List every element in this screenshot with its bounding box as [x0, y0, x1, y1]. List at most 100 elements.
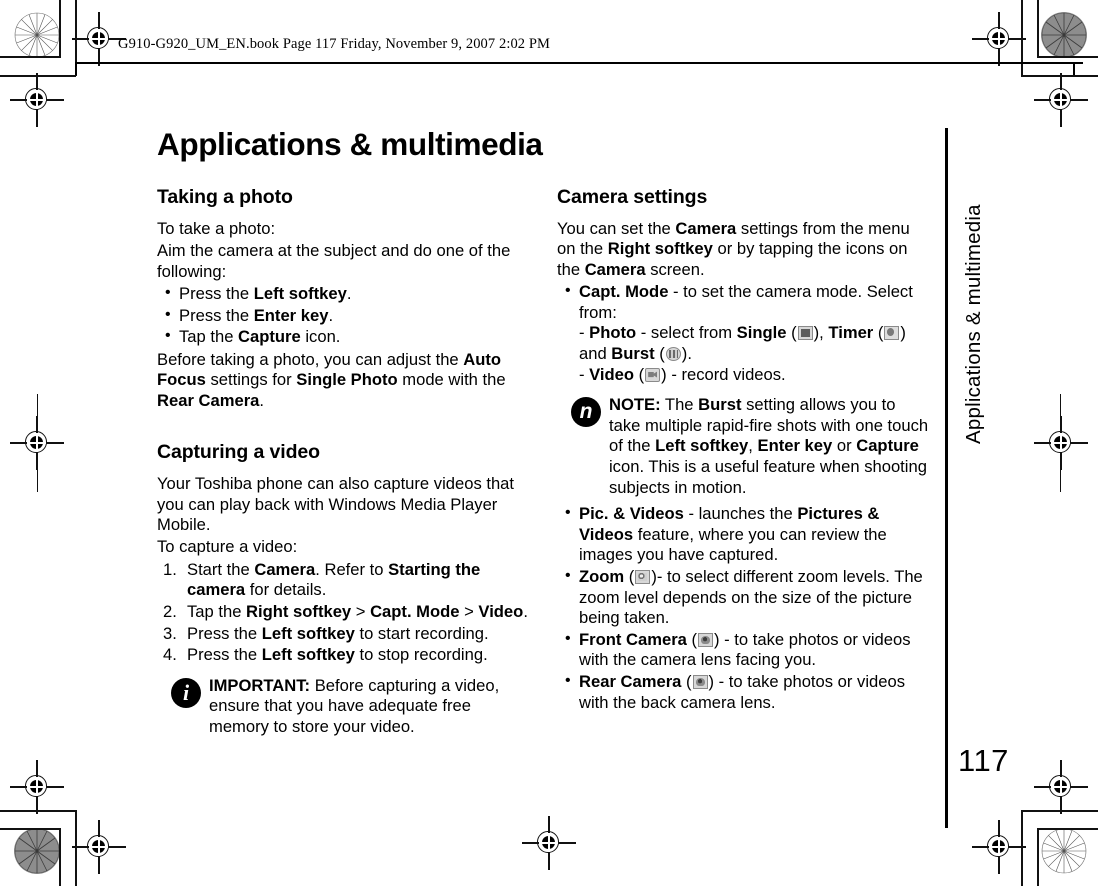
closing-text-3: mode with the — [397, 370, 506, 390]
step-bold-1: Camera — [254, 559, 316, 579]
header-rule-right-tick — [1073, 62, 1075, 75]
video-dash: - — [579, 364, 590, 384]
section-heading-camera-settings: Camera settings — [557, 186, 708, 208]
important-callout: i IMPORTANT: Before capturing a video, e… — [157, 676, 531, 738]
taking-photo-intro-2: Aim the camera at the subject and do one… — [157, 241, 511, 281]
print-header-text: G910-G920_UM_EN.book Page 117 Friday, No… — [118, 36, 551, 52]
list-item: Press the Left softkey to start recordin… — [157, 624, 531, 645]
video-text: - record videos. — [666, 364, 786, 384]
pic-videos-label: Pic. & Videos — [579, 504, 684, 524]
step-bold-3: Video — [478, 602, 524, 622]
timer-icon — [884, 326, 900, 341]
bullet-text-post: . — [346, 284, 352, 304]
zoom-icon — [635, 569, 651, 584]
rear-camera-icon — [692, 674, 708, 689]
intro-text-4: screen. — [645, 259, 705, 279]
bullet-text-pre: Tap the — [179, 327, 239, 347]
intro-bold-3: Camera — [584, 259, 646, 279]
intro-bold-1: Camera — [675, 219, 737, 238]
step-text-2: . Refer to — [315, 559, 389, 579]
camera-settings-bullet-list: Capt. Mode - to set the camera mode. Sel… — [557, 281, 931, 385]
zoom-text: - to select different zoom levels. The z… — [579, 566, 923, 628]
step-text-3: > — [459, 602, 479, 622]
burst-label: Burst — [611, 344, 655, 363]
step-text-2: to stop recording. — [354, 645, 488, 665]
capt-mode-video-line: - Video () - record videos. — [579, 364, 786, 384]
right-column: Camera settings You can set the Camera s… — [557, 186, 931, 715]
capturing-video-intro-1: Your Toshiba phone can also capture vide… — [157, 474, 515, 535]
list-item: Rear Camera () - to take photos or video… — [557, 671, 931, 713]
page-number: 117 — [958, 743, 1009, 778]
step-bold-1: Right softkey — [246, 602, 352, 622]
bullet-text-post: icon. — [300, 327, 341, 347]
list-item: Tap the Capture icon. — [157, 326, 531, 348]
photo-text-3: and — [579, 344, 612, 363]
important-callout-label: IMPORTANT: — [209, 675, 311, 695]
important-callout-text: IMPORTANT: Before capturing a video, ens… — [209, 676, 531, 738]
single-label: Single — [736, 323, 787, 343]
note-bold-2: Left softkey — [655, 436, 749, 456]
list-item: Press the Enter key. — [157, 305, 531, 327]
bullet-text-bold: Left softkey — [253, 284, 347, 304]
front-camera-icon — [698, 632, 714, 647]
taking-photo-closing-paragraph: Before taking a photo, you can adjust th… — [157, 350, 531, 411]
camera-settings-intro: You can set the Camera settings from the… — [557, 219, 931, 280]
closing-text-2: settings for — [205, 370, 297, 390]
taking-photo-intro-1: To take a photo: — [157, 219, 276, 238]
step-text-1: Tap the — [187, 602, 247, 622]
closing-bold-3: Rear Camera — [157, 390, 260, 410]
step-bold-2: Capt. Mode — [370, 602, 460, 622]
list-item: Press the Left softkey to stop recording… — [157, 645, 531, 666]
note-callout-label: NOTE: — [609, 395, 661, 415]
camera-settings-bullet-list-2: Pic. & Videos - launches the Pictures & … — [557, 503, 931, 713]
bullet-text-pre: Press the — [179, 284, 254, 304]
header-rule-left-tick — [75, 62, 77, 75]
step-text-1: Press the — [187, 623, 262, 643]
note-icon: n — [571, 397, 601, 428]
bullet-text-post: . — [328, 305, 334, 325]
running-head-container: Applications & multimedia — [958, 148, 992, 448]
bullet-text-pre: Press the — [179, 305, 254, 325]
section-heading-capturing-a-video: Capturing a video — [157, 441, 320, 464]
list-item: Tap the Right softkey > Capt. Mode > Vid… — [157, 602, 531, 623]
capturing-video-step-list: Start the Camera. Refer to Starting the … — [157, 560, 531, 666]
closing-text-4: . — [259, 390, 265, 410]
capturing-video-intro-2: To capture a video: — [157, 537, 298, 557]
photo-dash: - — [579, 323, 590, 343]
step-text-1: Press the — [187, 645, 262, 665]
section-heading-taking-a-photo: Taking a photo — [157, 186, 293, 208]
closing-bold-2: Single Photo — [296, 370, 398, 390]
photo-text-1: - select from — [636, 323, 737, 343]
rear-camera-label: Rear Camera — [579, 671, 682, 691]
video-icon — [645, 367, 661, 382]
step-bold-1: Left softkey — [261, 645, 355, 665]
intro-text-1: You can set the — [557, 219, 676, 238]
list-item: Front Camera () - to take photos or vide… — [557, 629, 931, 671]
list-item: Press the Left softkey. — [157, 283, 531, 305]
step-text-2: to start recording. — [354, 623, 489, 643]
info-icon: i — [171, 677, 201, 708]
list-item: Zoom ()- to select different zoom levels… — [557, 566, 931, 629]
closing-text-1: Before taking a photo, you can adjust th… — [157, 350, 464, 369]
video-label: Video — [589, 364, 635, 384]
page-title: Applications & multimedia — [157, 126, 543, 162]
step-text-4: . — [523, 602, 528, 622]
note-text-3: , — [748, 436, 758, 456]
taking-photo-bullet-list: Press the Left softkey. Press the Enter … — [157, 283, 531, 348]
zoom-label: Zoom — [579, 566, 625, 586]
running-head-rule — [945, 128, 948, 828]
photo-text-2: , — [819, 323, 829, 343]
single-photo-icon — [797, 326, 813, 341]
step-text-2: > — [351, 602, 371, 622]
front-camera-label: Front Camera — [579, 629, 687, 649]
photo-text-4: . — [687, 344, 692, 363]
note-text-5: icon. This is a useful feature when shoo… — [609, 456, 927, 497]
note-callout-text: NOTE: The Burst setting allows you to ta… — [609, 395, 931, 498]
step-text-1: Start the — [187, 559, 255, 579]
list-item: Pic. & Videos - launches the Pictures & … — [557, 503, 931, 566]
left-column: Taking a photo To take a photo: Aim the … — [157, 186, 531, 744]
list-item: Capt. Mode - to set the camera mode. Sel… — [557, 281, 931, 385]
pic-videos-text-1: - launches the — [683, 504, 798, 524]
photo-label: Photo — [589, 323, 637, 343]
step-text-3: for details. — [245, 580, 327, 600]
